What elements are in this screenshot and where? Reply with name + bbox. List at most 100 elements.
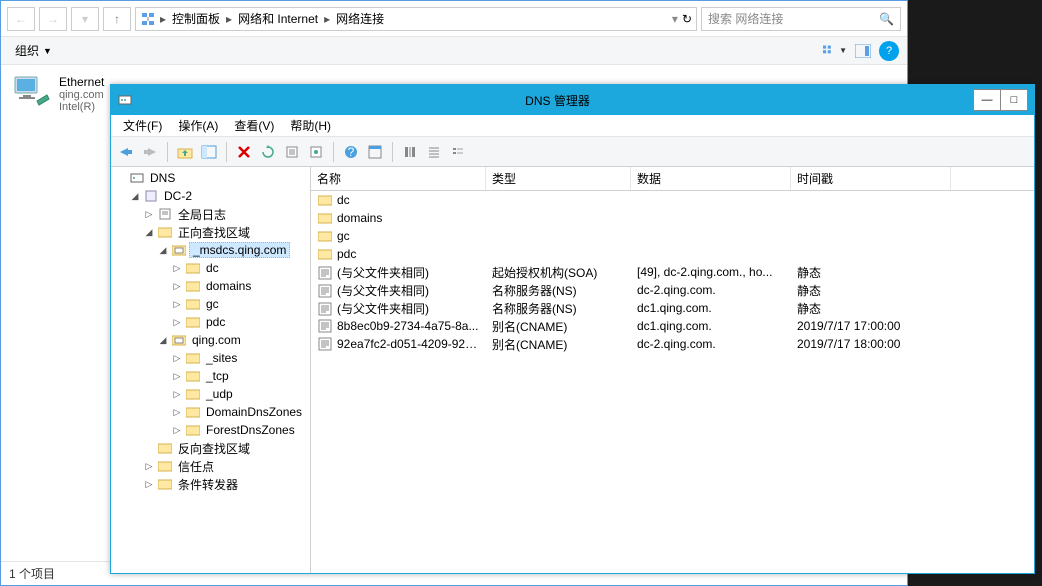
list-row[interactable]: dc xyxy=(311,191,1034,209)
filter-button[interactable] xyxy=(399,141,421,163)
list-row[interactable]: (与父文件夹相同)起始授权机构(SOA)[49], dc-2.qing.com.… xyxy=(311,263,1034,281)
expand-icon[interactable]: ▷ xyxy=(171,262,183,274)
expand-icon[interactable]: ▷ xyxy=(143,460,155,472)
address-dropdown-icon[interactable]: ▾ xyxy=(672,12,678,26)
view-list-button[interactable] xyxy=(423,141,445,163)
expand-icon[interactable]: ▷ xyxy=(171,406,183,418)
breadcrumb-item[interactable]: 控制面板 xyxy=(170,10,222,27)
tree-folder-tcp[interactable]: ▷_tcp xyxy=(169,367,308,385)
refresh-icon[interactable]: ↻ xyxy=(682,12,692,26)
list-row[interactable]: gc xyxy=(311,227,1034,245)
tree-folder-udp[interactable]: ▷_udp xyxy=(169,385,308,403)
tree-forward-zones[interactable]: ◢正向查找区域 xyxy=(141,223,308,241)
list-row[interactable]: domains xyxy=(311,209,1034,227)
list-row[interactable]: 8b8ec0b9-2734-4a75-8a...别名(CNAME)dc1.qin… xyxy=(311,317,1034,335)
address-bar[interactable]: ▸ 控制面板 ▸ 网络和 Internet ▸ 网络连接 ▾ ↻ xyxy=(135,7,697,31)
expand-icon[interactable]: ▷ xyxy=(143,478,155,490)
collapse-icon[interactable]: ◢ xyxy=(143,226,155,238)
adapter-name: Ethernet xyxy=(59,75,104,89)
tree-qing-zone[interactable]: ◢qing.com xyxy=(155,331,308,349)
collapse-icon[interactable]: ◢ xyxy=(157,334,169,346)
cell-name: domains xyxy=(337,211,382,225)
list-row[interactable]: (与父文件夹相同)名称服务器(NS)dc-2.qing.com.静态 xyxy=(311,281,1034,299)
menu-view[interactable]: 查看(V) xyxy=(226,115,282,136)
view-button[interactable]: ▼ xyxy=(823,41,847,61)
refresh-button[interactable] xyxy=(257,141,279,163)
expand-icon[interactable]: ▷ xyxy=(171,316,183,328)
cell-type: 名称服务器(NS) xyxy=(486,300,631,317)
list-row[interactable]: 92ea7fc2-d051-4209-925...别名(CNAME)dc-2.q… xyxy=(311,335,1034,353)
menu-help[interactable]: 帮助(H) xyxy=(282,115,339,136)
show-hide-button[interactable] xyxy=(198,141,220,163)
cell-data: dc-2.qing.com. xyxy=(631,337,791,351)
list-pane[interactable]: 名称 类型 数据 时间戳 dc domains gc pdc(与父文件夹相同)起始授权… xyxy=(311,167,1034,573)
expand-icon[interactable]: ▷ xyxy=(171,298,183,310)
tree-folder-pdc[interactable]: ▷pdc xyxy=(169,313,308,331)
tree-msdcs-zone[interactable]: ◢_msdcs.qing.com xyxy=(155,241,308,259)
forward-button[interactable]: → xyxy=(39,7,67,31)
up-level-button[interactable] xyxy=(174,141,196,163)
menu-file[interactable]: 文件(F) xyxy=(115,115,170,136)
column-header-name[interactable]: 名称 xyxy=(311,167,486,190)
tree-server[interactable]: ◢DC-2 xyxy=(127,187,308,205)
tree-folder-gc[interactable]: ▷gc xyxy=(169,295,308,313)
cell-type: 起始授权机构(SOA) xyxy=(486,264,631,281)
tree-folder-dc[interactable]: ▷dc xyxy=(169,259,308,277)
up-button[interactable]: ↑ xyxy=(103,7,131,31)
preview-pane-button[interactable] xyxy=(851,41,875,61)
column-header-data[interactable]: 数据 xyxy=(631,167,791,190)
delete-button[interactable] xyxy=(233,141,255,163)
explorer-toolbar: 组织 ▼ ▼ ? xyxy=(1,37,907,65)
tree-folder-domaindnszones[interactable]: ▷DomainDnsZones xyxy=(169,403,308,421)
expand-icon[interactable]: ▷ xyxy=(171,352,183,364)
tree-root-dns[interactable]: DNS xyxy=(113,169,308,187)
expand-icon[interactable]: ▷ xyxy=(171,370,183,382)
column-header-timestamp[interactable]: 时间戳 xyxy=(791,167,951,190)
maximize-button[interactable]: □ xyxy=(1000,89,1028,111)
column-header-type[interactable]: 类型 xyxy=(486,167,631,190)
new-window-button[interactable] xyxy=(364,141,386,163)
zone-icon xyxy=(171,243,187,257)
tree-reverse-zones[interactable]: 反向查找区域 xyxy=(141,439,308,457)
expand-icon[interactable]: ▷ xyxy=(171,280,183,292)
tree-folder-domains[interactable]: ▷domains xyxy=(169,277,308,295)
expand-icon[interactable]: ▷ xyxy=(171,424,183,436)
list-row[interactable]: (与父文件夹相同)名称服务器(NS)dc1.qing.com.静态 xyxy=(311,299,1034,317)
tree-folder-forestdnszones[interactable]: ▷ForestDnsZones xyxy=(169,421,308,439)
network-adapter-item[interactable]: Ethernet qing.com Intel(R) xyxy=(1,65,101,561)
collapse-icon[interactable]: ◢ xyxy=(129,190,141,202)
dns-titlebar[interactable]: DNS 管理器 — □ xyxy=(111,85,1034,115)
search-input[interactable]: 搜索 网络连接 🔍 xyxy=(701,7,901,31)
breadcrumb-item[interactable]: 网络和 Internet xyxy=(236,10,320,27)
cell-name: gc xyxy=(337,229,350,243)
forward-button[interactable] xyxy=(139,141,161,163)
properties-button[interactable] xyxy=(305,141,327,163)
cell-timestamp: 静态 xyxy=(791,300,951,317)
breadcrumb-item[interactable]: 网络连接 xyxy=(334,10,386,27)
dns-icon xyxy=(129,171,145,185)
view-detail-button[interactable] xyxy=(447,141,469,163)
minimize-button[interactable]: — xyxy=(973,89,1001,111)
back-button[interactable] xyxy=(115,141,137,163)
recent-button[interactable]: ▾ xyxy=(71,7,99,31)
tree-global-log[interactable]: ▷全局日志 xyxy=(141,205,308,223)
tree-conditional-forwarders[interactable]: ▷条件转发器 xyxy=(141,475,308,493)
tree-folder-sites[interactable]: ▷_sites xyxy=(169,349,308,367)
record-icon xyxy=(317,302,333,316)
log-icon xyxy=(157,207,173,221)
collapse-icon[interactable]: ◢ xyxy=(157,244,169,256)
export-button[interactable] xyxy=(281,141,303,163)
help-button[interactable]: ? xyxy=(879,41,899,61)
expand-icon[interactable]: ▷ xyxy=(143,208,155,220)
organize-button[interactable]: 组织 ▼ xyxy=(9,40,58,61)
cell-timestamp: 静态 xyxy=(791,264,951,281)
tree-pane[interactable]: DNS ◢DC-2 ▷全局日志 ◢正向查找区域 ◢_msdcs.qing.com… xyxy=(111,167,311,573)
help-button[interactable]: ? xyxy=(340,141,362,163)
expand-icon[interactable]: ▷ xyxy=(171,388,183,400)
tree-trust-points[interactable]: ▷信任点 xyxy=(141,457,308,475)
folder-icon xyxy=(157,477,173,491)
search-icon[interactable]: 🔍 xyxy=(879,12,894,26)
list-row[interactable]: pdc xyxy=(311,245,1034,263)
menu-action[interactable]: 操作(A) xyxy=(170,115,226,136)
back-button[interactable]: ← xyxy=(7,7,35,31)
